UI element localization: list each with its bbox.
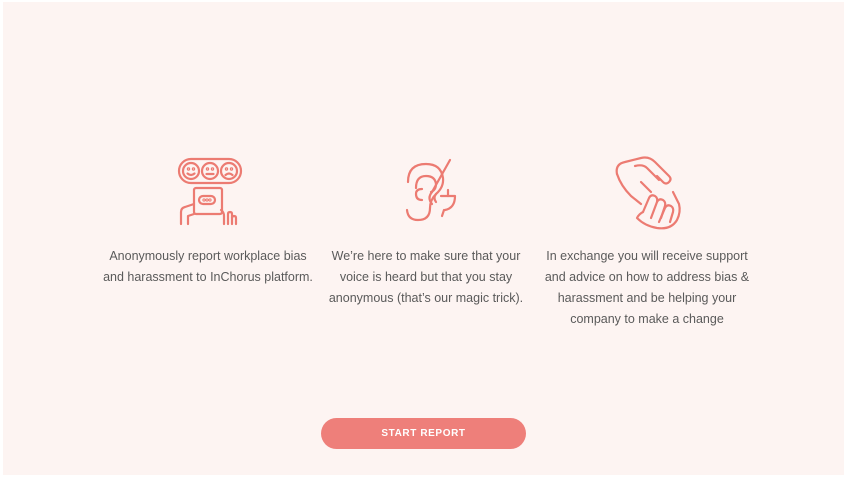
ear-listening-icon (405, 158, 457, 222)
feature-report: Anonymously report workplace bias and ha… (98, 152, 318, 288)
feature-voice-text: We’re here to make sure that your voice … (328, 249, 524, 305)
helping-hands-icon (615, 156, 681, 230)
page-background: Anonymously report workplace bias and ha… (3, 2, 844, 475)
feature-support: In exchange you will receive support and… (537, 152, 757, 330)
start-report-button[interactable]: START REPORT (321, 418, 526, 449)
features-row: Anonymously report workplace bias and ha… (3, 152, 844, 352)
feature-report-text: Anonymously report workplace bias and ha… (103, 249, 313, 284)
feature-voice: We’re here to make sure that your voice … (316, 152, 536, 309)
feedback-faces-icon (177, 157, 243, 226)
feature-support-text: In exchange you will receive support and… (544, 249, 750, 326)
